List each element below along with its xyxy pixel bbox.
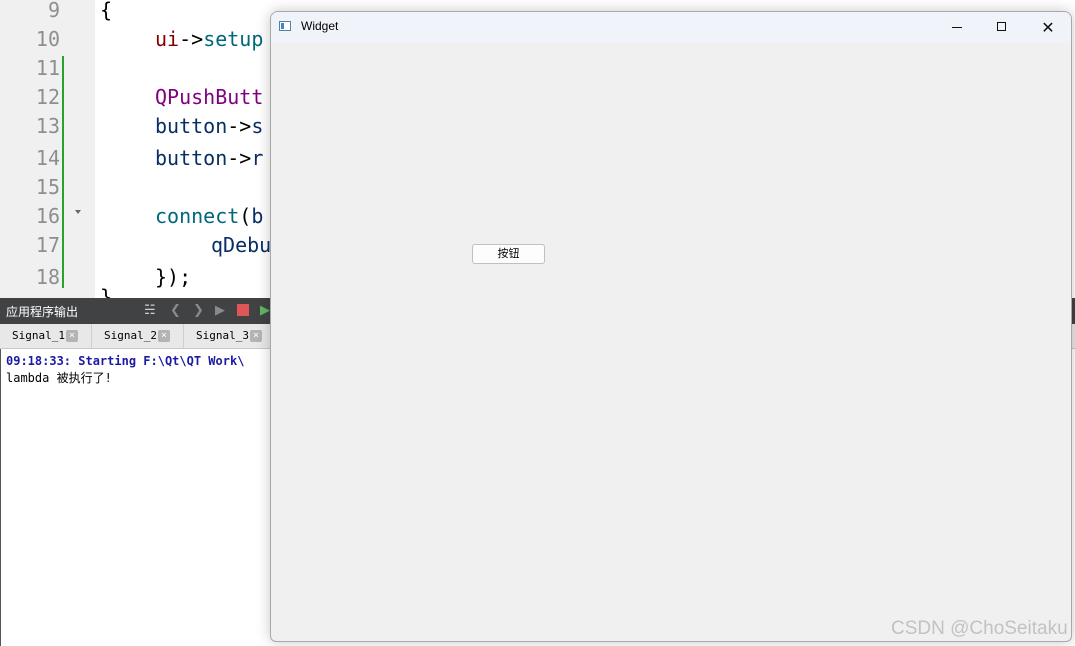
widget-window[interactable]: Widget ✕ 按钮	[270, 11, 1072, 642]
close-icon: ✕	[1041, 18, 1055, 37]
line-number: 14	[35, 146, 60, 170]
close-icon[interactable]: ×	[66, 330, 78, 342]
code-line: QPushButt	[155, 85, 264, 109]
line-number: 15	[35, 175, 60, 199]
previous-icon[interactable]: ❮	[170, 303, 181, 319]
tab-label: Signal_3	[196, 329, 249, 342]
line-number-gutter: 9 10 11 12 13 14 15 16 17 18	[0, 0, 95, 298]
line-number: 11	[35, 56, 60, 80]
next-icon[interactable]: ❯	[193, 303, 204, 319]
code-line: {	[100, 0, 113, 22]
line-number: 16	[35, 204, 60, 228]
change-indicator-bar	[62, 56, 64, 288]
maximize-icon	[997, 22, 1006, 31]
line-number: 10	[35, 27, 60, 51]
fold-arrow-icon[interactable]	[75, 210, 81, 214]
tab-label: Signal_1	[12, 329, 65, 342]
minimize-icon	[952, 27, 962, 28]
minimize-button[interactable]	[934, 12, 980, 43]
line-number: 13	[35, 114, 60, 138]
code-line: });	[155, 265, 192, 289]
run-icon[interactable]: ▶	[215, 303, 225, 319]
tab-signal-2[interactable]: Signal_2 ×	[92, 324, 184, 348]
maximize-button[interactable]	[979, 12, 1025, 43]
close-icon[interactable]: ×	[158, 330, 170, 342]
watermark: CSDN @ChoSeitaku	[891, 618, 1068, 639]
line-number: 12	[35, 85, 60, 109]
close-button[interactable]: ✕	[1025, 12, 1071, 43]
code-line: ui->setup	[155, 27, 264, 51]
line-number: 18	[35, 265, 60, 289]
debug-run-icon[interactable]: ▶	[260, 303, 270, 319]
stop-icon[interactable]	[237, 304, 249, 316]
code-line: connect(b	[155, 204, 264, 228]
tab-signal-3[interactable]: Signal_3 ×	[184, 324, 276, 348]
code-line: button->r	[155, 146, 264, 170]
code-line: }	[100, 285, 113, 298]
output-pane-title: 应用程序输出	[6, 305, 79, 319]
clear-output-icon[interactable]: ☵	[144, 303, 156, 319]
tab-signal-1[interactable]: Signal_1 ×	[0, 324, 92, 348]
output-line: lambda 被执行了!	[6, 371, 112, 385]
output-line: 09:18:33: Starting F:\Qt\QT Work\	[6, 354, 245, 368]
window-titlebar[interactable]: Widget ✕	[271, 12, 1071, 43]
push-button[interactable]: 按钮	[472, 244, 545, 264]
close-icon[interactable]: ×	[250, 330, 262, 342]
code-line: qDebu	[211, 233, 272, 257]
window-title: Widget	[301, 19, 339, 33]
code-line: button->s	[155, 114, 264, 138]
line-number: 17	[35, 233, 60, 257]
line-number: 9	[47, 0, 60, 22]
tab-label: Signal_2	[104, 329, 157, 342]
app-window-icon	[279, 21, 291, 31]
